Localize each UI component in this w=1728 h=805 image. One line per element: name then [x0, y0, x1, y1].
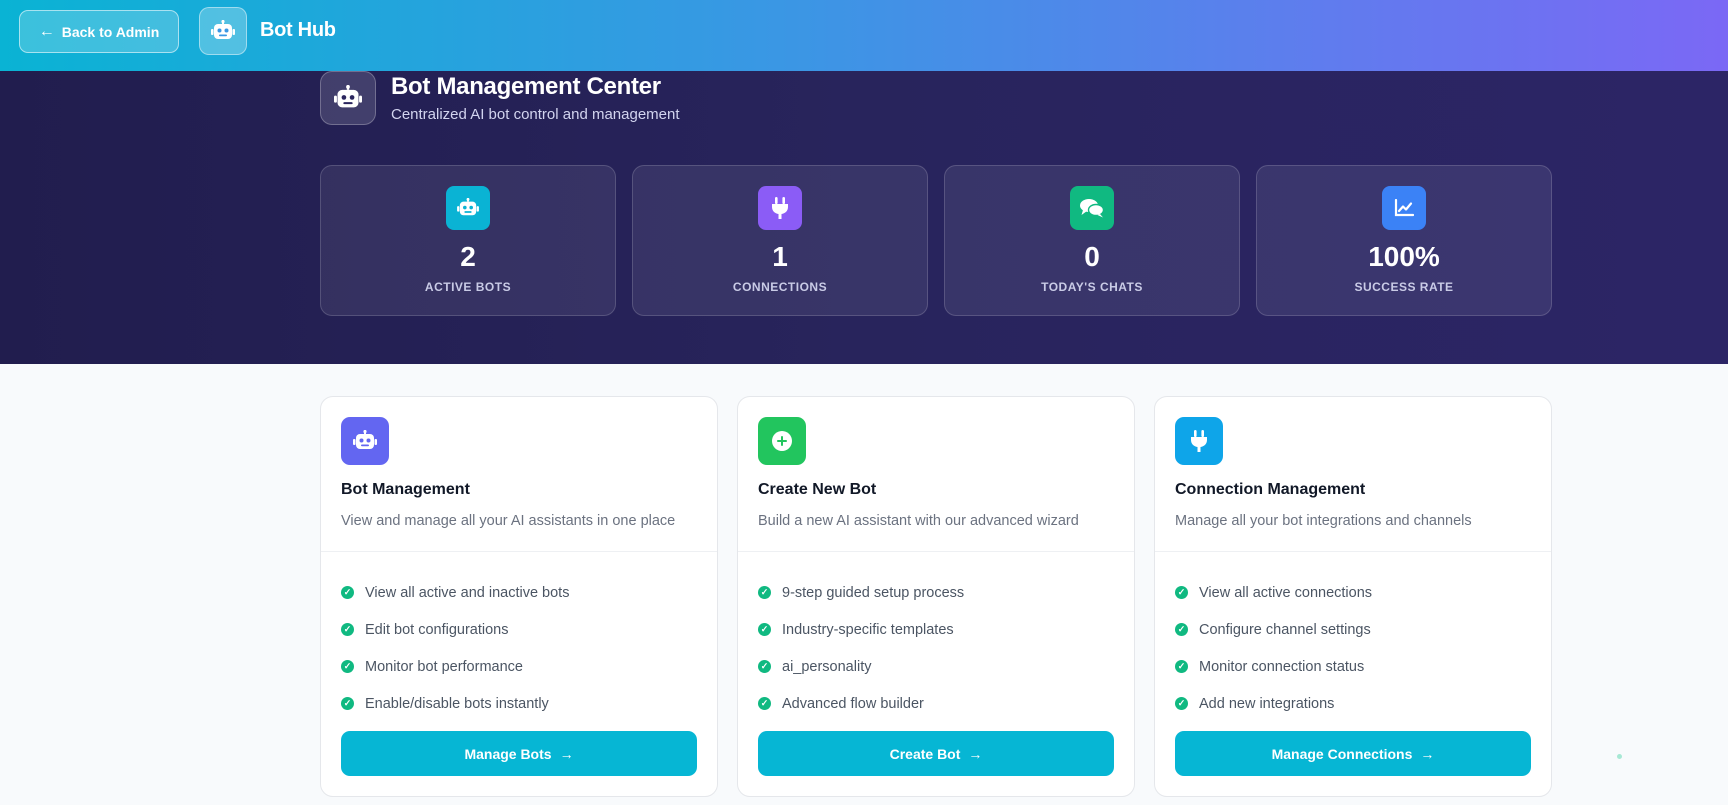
divider	[321, 551, 717, 552]
stat-card-success-rate: 100% SUCCESS RATE	[1256, 165, 1552, 316]
stat-label: ACTIVE BOTS	[424, 280, 512, 294]
stat-card-todays-chats: 0 TODAY'S CHATS	[944, 165, 1240, 316]
check-icon: ✓	[341, 623, 354, 636]
stat-value: 1	[772, 241, 788, 272]
divider	[1155, 551, 1551, 552]
feature-text: ai_personality	[782, 658, 872, 675]
feature-item: ✓ Configure channel settings	[1175, 611, 1372, 648]
card-bot-management: Bot Management View and manage all your …	[320, 396, 718, 797]
card-title: Create New Bot	[758, 481, 877, 498]
card-connection-management: Connection Management Manage all your bo…	[1154, 396, 1552, 797]
feature-item: ✓ ai_personality	[758, 648, 964, 685]
check-icon: ✓	[341, 660, 354, 673]
check-icon: ✓	[1175, 660, 1188, 673]
stat-value: 0	[1084, 241, 1100, 272]
stat-label: SUCCESS RATE	[1354, 280, 1454, 294]
back-button-label: Back to Admin	[61, 23, 160, 40]
robot-icon	[199, 7, 247, 55]
check-icon: ✓	[758, 660, 771, 673]
check-icon: ✓	[758, 586, 771, 599]
check-icon: ✓	[341, 586, 354, 599]
feature-text: Monitor bot performance	[365, 658, 523, 675]
chart-line-icon	[1382, 186, 1426, 230]
feature-text: View all active connections	[1199, 584, 1373, 601]
check-icon: ✓	[1175, 623, 1188, 636]
feature-text: Advanced flow builder	[782, 695, 924, 712]
stat-label: TODAY'S CHATS	[1041, 280, 1143, 294]
check-icon: ✓	[1175, 586, 1188, 599]
hero-section: Bot Management Center Centralized AI bot…	[0, 71, 1728, 364]
top-bar: ← Back to Admin Bot Hub	[0, 0, 1728, 71]
stat-card-connections: 1 CONNECTIONS	[632, 165, 928, 316]
feature-item: ✓ View all active and inactive bots	[341, 574, 569, 611]
feature-item: ✓ Monitor connection status	[1175, 648, 1372, 685]
feature-text: Industry-specific templates	[782, 621, 954, 638]
feature-item: ✓ Industry-specific templates	[758, 611, 964, 648]
feature-text: Add new integrations	[1199, 695, 1335, 712]
check-icon: ✓	[758, 697, 771, 710]
decorative-dot	[1617, 754, 1622, 759]
feature-item: ✓ Add new integrations	[1175, 685, 1372, 722]
plug-icon	[1175, 417, 1223, 465]
card-description: View and manage all your AI assistants i…	[341, 513, 676, 529]
plus-circle-icon	[758, 417, 806, 465]
feature-text: 9-step guided setup process	[782, 584, 965, 601]
plug-icon	[758, 186, 802, 230]
manage-connections-button[interactable]: Manage Connections →	[1175, 731, 1531, 776]
chat-icon	[1070, 186, 1114, 230]
create-bot-button[interactable]: Create Bot →	[758, 731, 1114, 776]
card-title: Bot Management	[341, 481, 470, 498]
brand-title: Bot Hub	[260, 19, 336, 41]
arrow-right-icon: →	[968, 745, 983, 762]
feature-item: ✓ 9-step guided setup process	[758, 574, 964, 611]
page-subtitle: Centralized AI bot control and managemen…	[391, 106, 680, 123]
feature-text: Edit bot configurations	[365, 621, 509, 638]
card-description: Build a new AI assistant with our advanc…	[758, 513, 1079, 529]
button-label: Create Bot	[889, 745, 961, 762]
robot-icon	[446, 186, 490, 230]
divider	[738, 551, 1134, 552]
feature-list: ✓ View all active connections ✓ Configure …	[1175, 574, 1372, 722]
arrow-right-icon: →	[559, 745, 574, 762]
card-title: Connection Management	[1175, 481, 1366, 498]
check-icon: ✓	[758, 623, 771, 636]
stat-label: CONNECTIONS	[732, 280, 828, 294]
check-icon: ✓	[1175, 697, 1188, 710]
arrow-right-icon: →	[1420, 745, 1435, 762]
button-label: Manage Bots	[464, 745, 552, 762]
feature-item: ✓ Advanced flow builder	[758, 685, 964, 722]
feature-item: ✓ Enable/disable bots instantly	[341, 685, 569, 722]
button-label: Manage Connections	[1271, 745, 1413, 762]
robot-icon	[341, 417, 389, 465]
feature-list: ✓ 9-step guided setup process ✓ Industry-s…	[758, 574, 964, 722]
feature-item: ✓ Monitor bot performance	[341, 648, 569, 685]
check-icon: ✓	[341, 697, 354, 710]
feature-item: ✓ Edit bot configurations	[341, 611, 569, 648]
feature-text: Configure channel settings	[1199, 621, 1371, 638]
stat-value: 2	[460, 241, 476, 272]
feature-list: ✓ View all active and inactive bots ✓ Edit…	[341, 574, 569, 722]
feature-text: Enable/disable bots instantly	[365, 695, 549, 712]
robot-icon	[320, 71, 376, 125]
feature-item: ✓ View all active connections	[1175, 574, 1372, 611]
feature-text: View all active and inactive bots	[365, 584, 570, 601]
arrow-left-icon: ←	[38, 22, 55, 40]
stat-card-active-bots: 2 ACTIVE BOTS	[320, 165, 616, 316]
back-to-admin-button[interactable]: ← Back to Admin	[19, 10, 179, 53]
card-description: Manage all your bot integrations and cha…	[1175, 513, 1472, 529]
card-create-new-bot: Create New Bot Build a new AI assistant …	[737, 396, 1135, 797]
stat-value: 100%	[1368, 241, 1440, 272]
manage-bots-button[interactable]: Manage Bots →	[341, 731, 697, 776]
feature-text: Monitor connection status	[1199, 658, 1365, 675]
page-title: Bot Management Center	[391, 73, 661, 100]
